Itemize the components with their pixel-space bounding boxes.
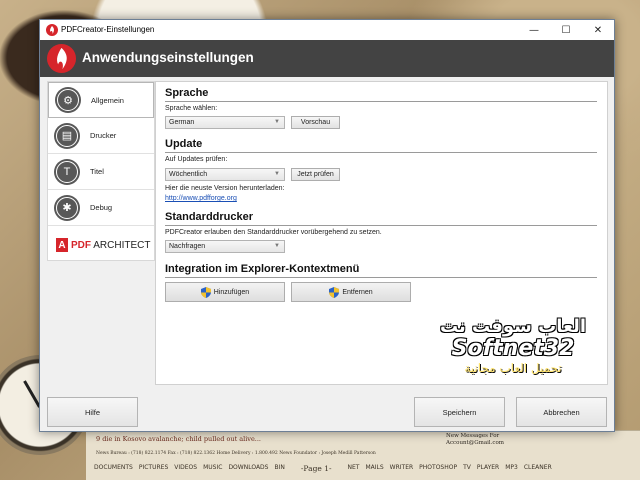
default-printer-label: PDFCreator erlauben den Standarddrucker … <box>165 229 382 236</box>
chevron-down-icon: ▼ <box>274 171 280 177</box>
printer-icon: ▤ <box>54 122 80 149</box>
add-button-label: Hinzufügen <box>213 288 250 296</box>
shortcut-net[interactable]: NET <box>348 464 360 473</box>
language-label: Sprache wählen: <box>165 105 218 112</box>
language-value: German <box>169 119 195 126</box>
default-printer-value: Nachfragen <box>169 243 206 250</box>
shortcut-documents[interactable]: DOCUMENTS <box>94 464 133 473</box>
section-title-default-printer: Standarddrucker <box>165 211 254 223</box>
sidebar-item-debug[interactable]: ✱ Debug <box>48 190 154 226</box>
add-context-menu-button[interactable]: Hinzufügen <box>165 282 285 302</box>
shortcut-photoshop[interactable]: PHOTOSHOP <box>419 464 457 473</box>
desktop-shortcuts: DOCUMENTS PICTURES VIDEOS MUSIC DOWNLOAD… <box>94 464 636 473</box>
sidebar-item-label: Allgemein <box>91 95 124 105</box>
message-line-2: Account@Gmail.com <box>446 440 504 446</box>
sidebar-item-label: Titel <box>90 167 104 176</box>
page-label: -Page 1- <box>300 464 332 473</box>
pdfcreator-app-icon <box>46 24 58 36</box>
section-title-explorer-integration: Integration im Explorer-Kontextmenü <box>165 263 360 275</box>
section-divider <box>165 101 597 102</box>
section-title-language: Sprache <box>165 87 209 99</box>
shortcut-downloads[interactable]: DOWNLOADS <box>228 464 268 473</box>
sidebar-item-allgemein[interactable]: ⚙ Allgemein <box>48 82 154 118</box>
preview-button[interactable]: Vorschau <box>291 116 340 129</box>
settings-sidebar: ⚙ Allgemein ▤ Drucker T Titel ✱ Debug A … <box>47 81 155 261</box>
newspaper-info: News Bureau : (718) 822.1174 Fax : (718)… <box>96 451 376 456</box>
pdf-architect-label: PDF ARCHITECT <box>71 240 150 251</box>
default-printer-select[interactable]: Nachfragen ▼ <box>165 240 285 253</box>
shortcut-videos[interactable]: VIDEOS <box>174 464 197 473</box>
section-divider <box>165 225 597 226</box>
chevron-down-icon: ▼ <box>274 119 280 125</box>
bug-glyph: ✱ <box>56 196 78 219</box>
watermark-arabic-subtitle: تحميل العاب مجانية <box>464 361 562 375</box>
newspaper-headline: 9 die in Kosovo avalanche; child pulled … <box>96 435 261 443</box>
shortcut-pictures[interactable]: PICTURES <box>139 464 168 473</box>
header-title: Anwendungseinstellungen <box>82 50 254 65</box>
check-updates-button[interactable]: Jetzt prüfen <box>291 168 340 181</box>
section-divider <box>165 152 597 153</box>
section-divider <box>165 277 597 278</box>
minimize-button[interactable]: — <box>518 20 550 40</box>
shortcut-player[interactable]: PLAYER <box>477 464 499 473</box>
language-select[interactable]: German ▼ <box>165 116 285 129</box>
update-frequency-select[interactable]: Wöchentlich ▼ <box>165 168 285 181</box>
shortcut-music[interactable]: MUSIC <box>203 464 222 473</box>
shortcut-bin[interactable]: BIN <box>274 464 284 473</box>
title-glyph: T <box>56 160 78 183</box>
help-button[interactable]: Hilfe <box>47 397 138 427</box>
remove-button-label: Entfernen <box>342 288 373 296</box>
pdfcreator-logo-icon <box>46 43 77 74</box>
bug-icon: ✱ <box>54 194 80 221</box>
watermark-brand: Softnet32 <box>451 336 575 361</box>
watermark-arabic-title: العاب سوفت نت <box>439 316 587 337</box>
message-line-1: New Messages For <box>446 433 500 439</box>
update-frequency-value: Wöchentlich <box>169 171 208 178</box>
save-button[interactable]: Speichern <box>414 397 505 427</box>
maximize-button[interactable]: ☐ <box>550 20 582 40</box>
window-title: PDFCreator-Einstellungen <box>61 25 155 34</box>
newspaper-messages: New Messages For Account@Gmail.com <box>446 433 504 447</box>
shortcut-mp3[interactable]: MP3 <box>505 464 518 473</box>
pdf-architect-brand: PDF <box>71 239 91 251</box>
shortcut-tv[interactable]: TV <box>463 464 471 473</box>
close-button[interactable]: ✕ <box>582 20 614 40</box>
softnet-watermark: العاب سوفت نت Softnet32 تحميل العاب مجان… <box>430 317 596 387</box>
gear-glyph: ⚙ <box>57 89 79 111</box>
chevron-down-icon: ▼ <box>274 243 280 249</box>
sidebar-item-label: Debug <box>90 203 113 212</box>
gear-icon: ⚙ <box>55 87 81 113</box>
printer-glyph: ▤ <box>56 124 78 147</box>
pdf-architect-link[interactable]: A PDF ARCHITECT <box>48 230 154 260</box>
sidebar-item-titel[interactable]: T Titel <box>48 154 154 190</box>
pdf-architect-logo-icon: A <box>56 238 68 252</box>
shortcut-writer[interactable]: WRITER <box>390 464 414 473</box>
section-title-update: Update <box>165 138 203 150</box>
remove-context-menu-button[interactable]: Entfernen <box>291 282 411 302</box>
download-link[interactable]: http://www.pdfforge.org <box>165 195 237 202</box>
uac-shield-icon <box>329 286 340 298</box>
header-bar: Anwendungseinstellungen <box>40 40 614 77</box>
cancel-button[interactable]: Abbrechen <box>516 397 607 427</box>
download-label: Hier die neuste Version herunterladen: <box>165 185 285 192</box>
uac-shield-icon <box>200 286 211 298</box>
sidebar-item-drucker[interactable]: ▤ Drucker <box>48 118 154 154</box>
desktop-newspaper: 9 die in Kosovo avalanche; child pulled … <box>86 430 640 480</box>
title-icon: T <box>54 158 80 185</box>
update-label: Auf Updates prüfen: <box>165 156 228 163</box>
title-bar[interactable]: PDFCreator-Einstellungen — ☐ ✕ <box>40 20 614 40</box>
sidebar-item-label: Drucker <box>90 131 117 140</box>
shortcut-mails[interactable]: MAILS <box>365 464 383 473</box>
shortcut-cleaner[interactable]: CLEANER <box>524 464 552 473</box>
pdf-architect-name: ARCHITECT <box>93 239 151 251</box>
